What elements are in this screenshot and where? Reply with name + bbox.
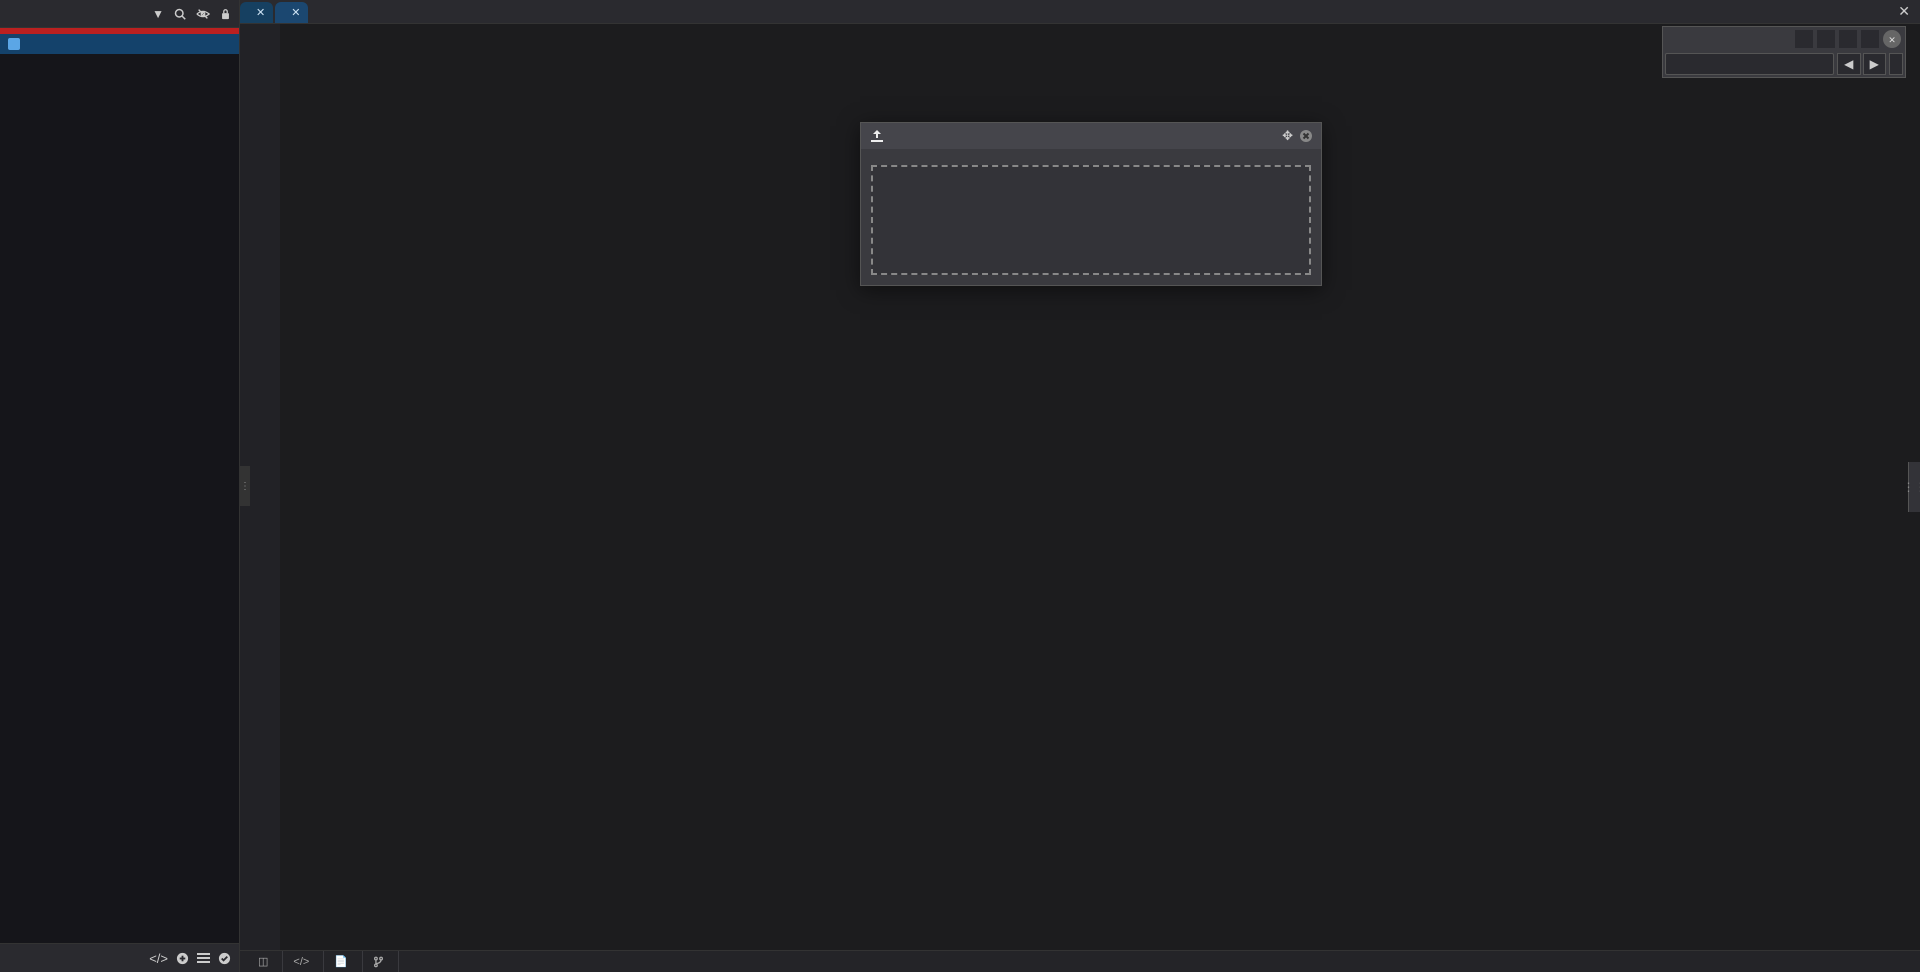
main-area: ✕ ✕ ✕ ✕ — [240, 0, 1920, 972]
sidebar: ▼ </> — [0, 0, 240, 972]
upload-modal-header[interactable]: ✥ — [861, 123, 1321, 149]
filter-icon[interactable]: ▼ — [152, 7, 164, 21]
status-path: 📄 — [324, 951, 363, 972]
close-icon[interactable]: ✕ — [291, 6, 300, 19]
tab-bar: ✕ ✕ ✕ — [240, 0, 1920, 24]
right-panel-handle[interactable]: ⋮⋮ — [1908, 462, 1920, 512]
check-icon[interactable] — [218, 952, 231, 965]
search-selection-toggle[interactable] — [1861, 30, 1879, 48]
eye-off-icon[interactable] — [196, 8, 210, 20]
search-case-toggle[interactable] — [1817, 30, 1835, 48]
branch-icon — [373, 956, 384, 968]
status-bar: ◫ </> 📄 — [240, 950, 1920, 972]
search-regex-toggle[interactable] — [1795, 30, 1813, 48]
search-input[interactable] — [1665, 53, 1834, 75]
search-word-toggle[interactable] — [1839, 30, 1857, 48]
close-icon[interactable]: ✕ — [256, 6, 265, 19]
file-icon: 📄 — [334, 955, 348, 968]
close-icon[interactable] — [1299, 129, 1313, 143]
search-prev-button[interactable]: ◀ — [1837, 53, 1861, 75]
code-icon: </> — [293, 956, 309, 968]
list-icon[interactable] — [197, 953, 210, 964]
projects-header: </> — [0, 944, 239, 972]
search-icon[interactable] — [174, 8, 186, 20]
lock-icon[interactable] — [220, 8, 231, 20]
move-icon[interactable]: ✥ — [1282, 128, 1293, 144]
tab-readme[interactable]: ✕ — [275, 2, 308, 23]
close-all-tabs[interactable]: ✕ — [1888, 0, 1920, 23]
projects-panel: </> — [0, 943, 239, 972]
status-lang[interactable]: </> — [283, 951, 324, 972]
search-all-button[interactable] — [1889, 53, 1903, 75]
tab-login[interactable]: ✕ — [240, 2, 273, 23]
project-icon — [8, 38, 20, 50]
search-next-button[interactable]: ▶ — [1863, 53, 1887, 75]
code-icon[interactable]: </> — [149, 951, 168, 966]
split-icon: ◫ — [258, 955, 268, 968]
file-manager-header: ▼ — [0, 0, 239, 28]
upload-dropzone[interactable] — [871, 165, 1311, 275]
upload-path — [861, 149, 1321, 165]
search-panel: ✕ ◀ ▶ — [1662, 26, 1906, 78]
add-icon[interactable] — [176, 952, 189, 965]
upload-icon — [869, 128, 885, 144]
search-close-icon[interactable]: ✕ — [1883, 30, 1901, 48]
status-cursor — [1892, 951, 1912, 972]
left-panel-handle[interactable]: ⋮ — [240, 466, 250, 506]
upload-modal: ✥ — [860, 122, 1322, 286]
status-branch[interactable] — [363, 951, 399, 972]
file-tree[interactable] — [0, 54, 239, 943]
project-title-bar[interactable] — [0, 34, 239, 54]
status-split[interactable]: ◫ — [248, 951, 283, 972]
